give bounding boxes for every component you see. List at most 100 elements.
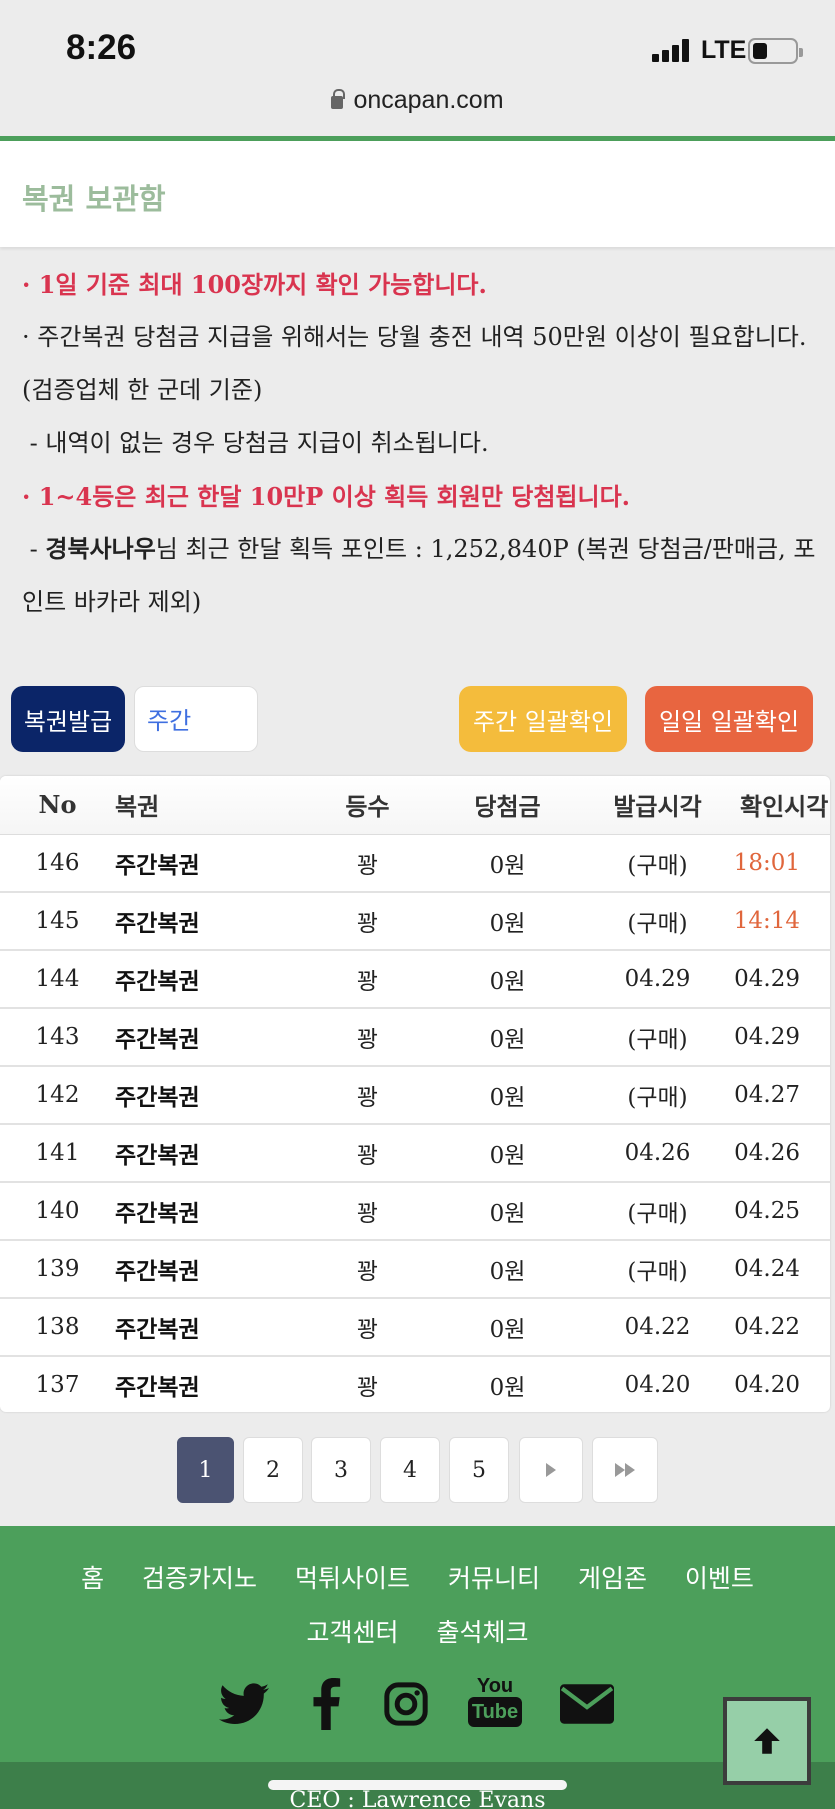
youtube-label-bottom: Tube — [467, 1697, 523, 1727]
page-3-button[interactable]: 3 — [311, 1437, 371, 1503]
notice-line-1: · 1일 기준 최대 100장까지 확인 가능합니다. — [22, 270, 487, 299]
cell-prize: 0원 — [430, 1124, 585, 1183]
daily-check-all-button[interactable]: 일일 일괄확인 — [645, 686, 813, 752]
footer-link-event[interactable]: 이벤트 — [685, 1564, 754, 1593]
footer-link-scam-sites[interactable]: 먹튀사이트 — [295, 1564, 410, 1593]
network-label: LTE — [701, 36, 747, 64]
page-2-button[interactable]: 2 — [243, 1437, 303, 1503]
cell-kind: 주간복권 — [115, 1298, 305, 1357]
issue-lottery-button[interactable]: 복권발급 — [11, 686, 125, 752]
table-row[interactable]: 137 주간복권 꽝 0원 04.20 04.20 — [0, 1356, 830, 1412]
table-row[interactable]: 146 주간복권 꽝 0원 (구매) 18:01 — [0, 834, 830, 893]
status-time: 8:26 — [66, 28, 137, 67]
notice-line-2: · 주간복권 당첨금 지급을 위해서는 당월 충전 내역 50만원 이상이 필요… — [22, 323, 807, 404]
col-header-rank: 등수 — [305, 776, 430, 835]
instagram-icon[interactable] — [382, 1676, 430, 1732]
email-icon[interactable] — [560, 1676, 614, 1732]
cell-kind: 주간복권 — [115, 834, 305, 893]
footer-link-community[interactable]: 커뮤니티 — [448, 1564, 540, 1593]
cell-kind: 주간복권 — [115, 1008, 305, 1067]
scroll-top-button[interactable] — [723, 1697, 811, 1785]
home-indicator[interactable] — [268, 1780, 567, 1790]
footer-link-gamezone[interactable]: 게임존 — [578, 1564, 647, 1593]
cell-no: 141 — [0, 1124, 115, 1183]
cell-issued: (구매) — [585, 1240, 730, 1299]
lottery-table: No 복권 등수 당첨금 발급시각 확인시각 146 주간복권 꽝 0원 (구매) 18:… — [0, 776, 830, 1412]
last-arrow-icon — [615, 1463, 625, 1477]
last-page-button[interactable] — [592, 1437, 658, 1503]
cell-checked: 18:01 — [730, 834, 830, 893]
cell-prize: 0원 — [430, 834, 585, 893]
footer-link-casino[interactable]: 검증카지노 — [142, 1564, 257, 1593]
twitter-icon[interactable] — [218, 1676, 270, 1732]
table-row[interactable]: 138 주간복권 꽝 0원 04.22 04.22 — [0, 1298, 830, 1357]
last-arrow-icon-2 — [625, 1463, 635, 1477]
cell-rank: 꽝 — [305, 950, 430, 1009]
col-header-no: No — [0, 776, 115, 835]
cell-no: 142 — [0, 1066, 115, 1125]
cell-rank: 꽝 — [305, 1240, 430, 1299]
user-name: 경북사나우 — [45, 535, 156, 563]
cell-prize: 0원 — [430, 1008, 585, 1067]
cell-issued: 04.22 — [585, 1298, 730, 1357]
next-page-button[interactable] — [519, 1437, 583, 1503]
cell-kind: 주간복권 — [115, 1182, 305, 1241]
footer-link-home[interactable]: 홈 — [81, 1564, 104, 1593]
cell-no: 146 — [0, 834, 115, 893]
cell-issued: (구매) — [585, 1182, 730, 1241]
page-4-button[interactable]: 4 — [380, 1437, 440, 1503]
footer-link-attendance[interactable]: 출석체크 — [436, 1618, 528, 1647]
table-row[interactable]: 139 주간복권 꽝 0원 (구매) 04.24 — [0, 1240, 830, 1299]
lottery-type-select[interactable]: 주간 — [134, 686, 258, 752]
cell-issued: (구매) — [585, 1008, 730, 1067]
cell-checked: 04.29 — [730, 1008, 830, 1067]
table-row[interactable]: 140 주간복권 꽝 0원 (구매) 04.25 — [0, 1182, 830, 1241]
cell-checked: 04.26 — [730, 1124, 830, 1183]
cell-rank: 꽝 — [305, 1298, 430, 1357]
facebook-icon[interactable] — [310, 1676, 342, 1732]
cell-no: 143 — [0, 1008, 115, 1067]
cell-checked: 04.22 — [730, 1298, 830, 1357]
url-text: oncapan.com — [353, 86, 504, 114]
cell-rank: 꽝 — [305, 1066, 430, 1125]
cell-prize: 0원 — [430, 1240, 585, 1299]
cell-checked: 04.24 — [730, 1240, 830, 1299]
page-1-button[interactable]: 1 — [177, 1437, 234, 1503]
cell-rank: 꽝 — [305, 1124, 430, 1183]
cell-kind: 주간복권 — [115, 1356, 305, 1412]
cell-no: 145 — [0, 892, 115, 951]
footer-link-support[interactable]: 고객센터 — [307, 1618, 399, 1647]
status-bar: 8:26 LTE oncapan.com — [0, 0, 835, 139]
page-5-button[interactable]: 5 — [449, 1437, 509, 1503]
url-bar[interactable]: oncapan.com — [0, 86, 835, 115]
table-row[interactable]: 144 주간복권 꽝 0원 04.29 04.29 — [0, 950, 830, 1009]
cell-checked: 04.20 — [730, 1356, 830, 1412]
notice-section: · 1일 기준 최대 100장까지 확인 가능합니다. · 주간복권 당첨금 지… — [22, 258, 822, 629]
page-header: 복권 보관함 — [0, 141, 835, 247]
cell-prize: 0원 — [430, 1356, 585, 1412]
notice-line-5: - 경북사나우님 최근 한달 획득 포인트 : 1,252,840P (복권 당… — [22, 523, 822, 629]
table-row[interactable]: 145 주간복권 꽝 0원 (구매) 14:14 — [0, 892, 830, 951]
cell-kind: 주간복권 — [115, 1240, 305, 1299]
arrow-up-icon — [754, 1728, 780, 1754]
page-title: 복권 보관함 — [22, 182, 166, 216]
signal-icon — [652, 38, 694, 62]
table-row[interactable]: 141 주간복권 꽝 0원 04.26 04.26 — [0, 1124, 830, 1183]
cell-issued: 04.20 — [585, 1356, 730, 1412]
cell-issued: (구매) — [585, 892, 730, 951]
cell-checked: 04.27 — [730, 1066, 830, 1125]
col-header-prize: 당첨금 — [430, 776, 585, 835]
col-header-issued: 발급시각 — [585, 776, 730, 835]
cell-issued: 04.26 — [585, 1124, 730, 1183]
table-row[interactable]: 142 주간복권 꽝 0원 (구매) 04.27 — [0, 1066, 830, 1125]
cell-rank: 꽝 — [305, 1356, 430, 1412]
cell-issued: 04.29 — [585, 950, 730, 1009]
cell-prize: 0원 — [430, 1298, 585, 1357]
cell-issued: (구매) — [585, 1066, 730, 1125]
table-row[interactable]: 143 주간복권 꽝 0원 (구매) 04.29 — [0, 1008, 830, 1067]
weekly-check-all-button[interactable]: 주간 일괄확인 — [459, 686, 627, 752]
cell-rank: 꽝 — [305, 834, 430, 893]
notice-line-3: - 내역이 없는 경우 당첨금 지급이 취소됩니다. — [22, 417, 822, 470]
cell-no: 137 — [0, 1356, 115, 1412]
youtube-icon[interactable]: You Tube — [467, 1668, 523, 1734]
